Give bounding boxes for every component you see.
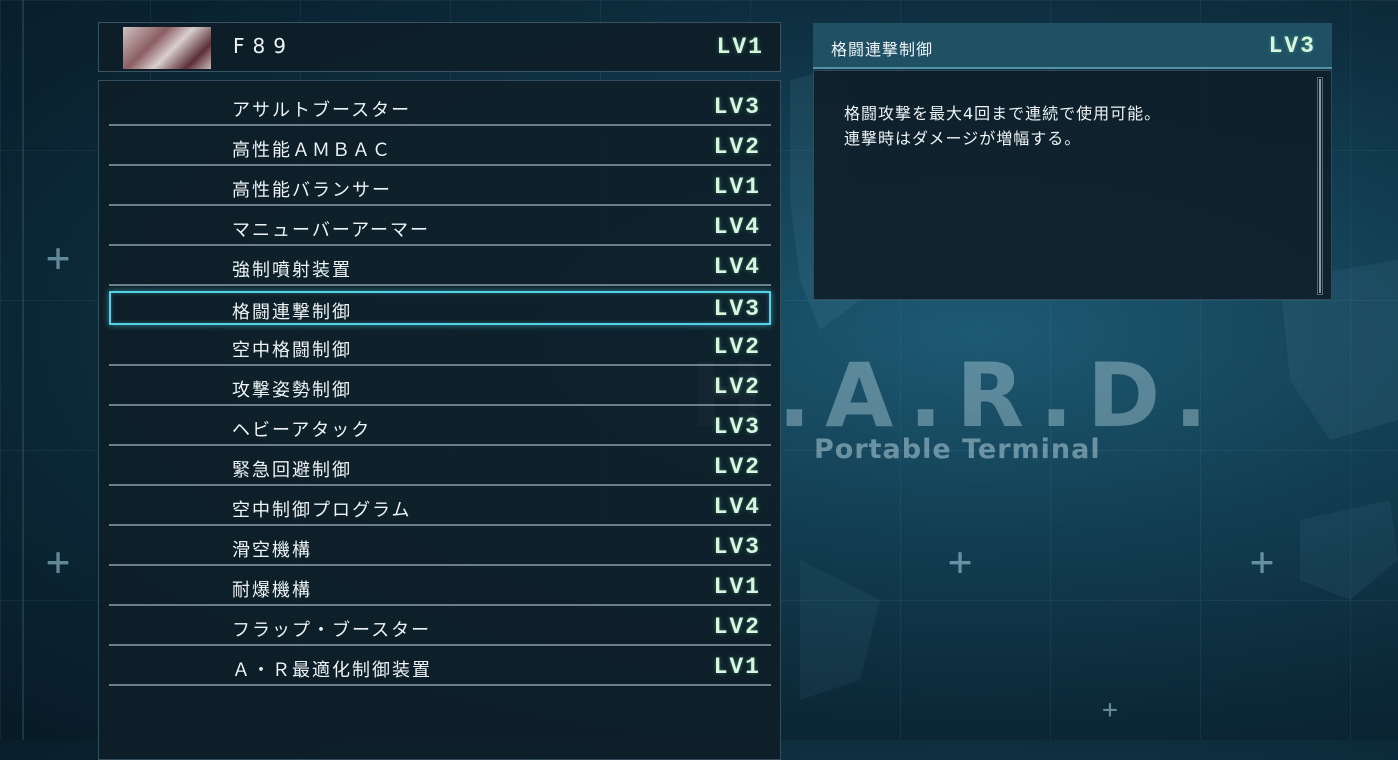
skill-name: 耐爆機構 — [232, 580, 312, 601]
skill-row[interactable]: 空中格闘制御 LV2 — [109, 329, 771, 366]
skill-list: アサルトブースター LV3 高性能ＡＭＢＡＣ LV2 高性能バランサー LV1 … — [98, 80, 781, 760]
left-ruler — [22, 0, 24, 740]
skill-row[interactable]: マニューバーアーマー LV4 — [109, 209, 771, 246]
skill-level: LV3 — [713, 414, 761, 440]
skill-row[interactable]: 滑空機構 LV3 — [109, 529, 771, 566]
skill-detail-panel: 格闘攻撃を最大4回まで連続で使用可能。 連撃時はダメージが増幅する。 — [813, 70, 1332, 300]
skill-level: LV1 — [713, 654, 761, 680]
mech-header: F89 LV1 — [98, 22, 781, 72]
skill-row[interactable]: フラップ・ブースター LV2 — [109, 609, 771, 646]
skill-level: LV4 — [713, 494, 761, 520]
skill-level: LV3 — [713, 94, 761, 120]
skill-name: アサルトブースター — [232, 100, 412, 121]
skill-name: 格闘連撃制御 — [232, 302, 352, 323]
skill-row[interactable]: アサルトブースター LV3 — [109, 89, 771, 126]
skill-row[interactable]: 高性能バランサー LV1 — [109, 169, 771, 206]
skill-row[interactable]: Ａ・Ｒ最適化制御装置 LV1 — [109, 649, 771, 686]
skill-level: LV1 — [713, 574, 761, 600]
brand-subtitle: Portable Terminal — [814, 434, 1101, 465]
skill-name: ヘビーアタック — [232, 420, 372, 441]
skill-row-selected[interactable]: 格闘連撃制御 LV3 — [109, 291, 771, 325]
description-line: 連撃時はダメージが増幅する。 — [844, 129, 1082, 148]
skill-level: LV2 — [713, 134, 761, 160]
skill-detail-level: LV3 — [1268, 33, 1316, 59]
skill-row[interactable]: 高性能ＡＭＢＡＣ LV2 — [109, 129, 771, 166]
skill-level: LV4 — [713, 254, 761, 280]
scrollbar-thumb[interactable] — [1319, 79, 1321, 293]
skill-level: LV2 — [713, 374, 761, 400]
skill-level: LV2 — [713, 614, 761, 640]
skill-name: 高性能ＡＭＢＡＣ — [232, 140, 392, 161]
skill-level: LV2 — [713, 454, 761, 480]
skill-name: 滑空機構 — [232, 540, 312, 561]
skill-name: マニューバーアーマー — [232, 220, 431, 241]
skill-detail-header: 格闘連撃制御 LV3 — [813, 23, 1332, 69]
skill-name: Ａ・Ｒ最適化制御装置 — [232, 660, 432, 681]
crosshair-icon: + — [45, 235, 71, 281]
skill-level: LV3 — [713, 534, 761, 560]
skill-name: 緊急回避制御 — [232, 460, 352, 481]
skill-level: LV3 — [713, 296, 761, 322]
skill-row[interactable]: 攻撃姿勢制御 LV2 — [109, 369, 771, 406]
description-line: 格闘攻撃を最大4回まで連続で使用可能。 — [844, 104, 1162, 123]
skill-name: フラップ・ブースター — [232, 620, 432, 641]
skill-row[interactable]: 耐爆機構 LV1 — [109, 569, 771, 606]
crosshair-icon: + — [947, 539, 973, 585]
skill-detail-title: 格闘連撃制御 — [831, 40, 934, 59]
mech-name: F89 — [233, 34, 294, 58]
skill-description: 格闘攻撃を最大4回まで連続で使用可能。 連撃時はダメージが増幅する。 — [844, 101, 1161, 151]
description-scrollbar[interactable] — [1317, 77, 1323, 295]
skill-row[interactable]: ヘビーアタック LV3 — [109, 409, 771, 446]
skill-row[interactable]: 緊急回避制御 LV2 — [109, 449, 771, 486]
crosshair-icon: + — [45, 539, 71, 585]
mech-thumbnail — [123, 27, 211, 69]
skill-name: 空中制御プログラム — [232, 500, 412, 521]
skill-name: 空中格闘制御 — [232, 340, 352, 361]
skill-level: LV4 — [713, 214, 761, 240]
skill-name: 強制噴射装置 — [232, 260, 352, 281]
skill-row[interactable]: 空中制御プログラム LV4 — [109, 489, 771, 526]
skill-level: LV2 — [713, 334, 761, 360]
mech-level: LV1 — [716, 34, 764, 60]
skill-name: 攻撃姿勢制御 — [232, 380, 352, 401]
skill-row[interactable]: 強制噴射装置 LV4 — [109, 249, 771, 286]
skill-name: 高性能バランサー — [232, 180, 392, 201]
crosshair-icon: + — [1102, 695, 1118, 725]
crosshair-icon: + — [1249, 539, 1275, 585]
skill-level: LV1 — [713, 174, 761, 200]
